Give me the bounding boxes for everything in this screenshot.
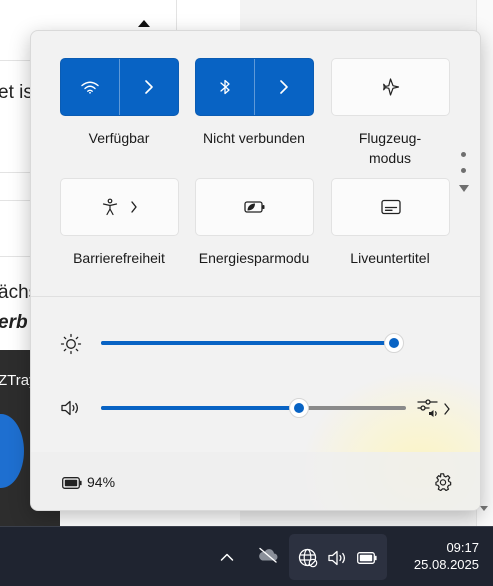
quick-settings-footer: 94% bbox=[31, 452, 480, 510]
scroll-down-arrow-icon bbox=[480, 506, 488, 511]
page-down-icon[interactable] bbox=[459, 185, 469, 192]
clock-date: 25.08.2025 bbox=[413, 557, 479, 572]
bluetooth-expand-button[interactable] bbox=[255, 59, 313, 115]
volume-slider-fill bbox=[101, 406, 299, 410]
accessibility-button[interactable] bbox=[60, 178, 179, 236]
background-text: erb bbox=[0, 312, 28, 333]
brightness-slider[interactable] bbox=[101, 333, 404, 353]
cloud-offline-icon bbox=[257, 547, 279, 567]
wifi-tile bbox=[60, 58, 179, 116]
wifi-toggle-button[interactable] bbox=[61, 59, 119, 115]
airplane-icon bbox=[381, 78, 401, 96]
bluetooth-icon bbox=[219, 79, 231, 95]
bluetooth-label: Nicht verbunden bbox=[203, 130, 305, 146]
chevron-right-icon bbox=[279, 80, 289, 94]
page-indicator-dot[interactable] bbox=[461, 152, 466, 157]
battery-icon bbox=[62, 476, 82, 494]
page-indicator-dot[interactable] bbox=[461, 168, 466, 173]
chevron-right-icon bbox=[443, 402, 451, 420]
speaker-icon bbox=[60, 399, 82, 422]
taskbar-clock[interactable]: 09:17 25.08.2025 bbox=[414, 539, 479, 573]
wifi-expand-button[interactable] bbox=[120, 59, 178, 115]
network-icon bbox=[298, 548, 318, 573]
live-captions-label: Liveuntertitel bbox=[350, 250, 430, 266]
live-captions-button[interactable] bbox=[331, 178, 450, 236]
brightness-slider-fill bbox=[101, 341, 394, 345]
sound-mixer-icon bbox=[417, 398, 439, 423]
quick-settings-panel: Verfügbar Nicht verbunden Flugzeug- modu… bbox=[30, 30, 481, 511]
gear-icon bbox=[434, 473, 452, 495]
bluetooth-toggle-button[interactable] bbox=[196, 59, 254, 115]
airplane-mode-button[interactable] bbox=[331, 58, 450, 116]
sound-output-button[interactable] bbox=[417, 398, 451, 423]
show-hidden-icons-button[interactable] bbox=[220, 549, 234, 567]
accessibility-label: Barrierefreiheit bbox=[73, 250, 165, 266]
volume-icon bbox=[327, 549, 349, 572]
chevron-right-icon bbox=[130, 201, 138, 213]
chevron-up-icon bbox=[220, 549, 234, 566]
live-captions-icon bbox=[380, 199, 401, 215]
volume-slider[interactable] bbox=[101, 398, 406, 418]
sun-icon bbox=[60, 333, 82, 360]
chevron-right-icon bbox=[144, 80, 154, 94]
airplane-label: Flugzeug- modus bbox=[358, 130, 422, 166]
onedrive-tray-button[interactable] bbox=[257, 547, 279, 568]
taskbar: 09:17 25.08.2025 bbox=[0, 526, 493, 586]
bluetooth-tile bbox=[195, 58, 314, 116]
clock-time: 09:17 bbox=[446, 540, 479, 555]
battery-percentage[interactable]: 94% bbox=[87, 474, 115, 490]
volume-slider-thumb[interactable] bbox=[289, 398, 309, 418]
energy-saver-icon bbox=[243, 200, 266, 214]
wifi-icon bbox=[81, 80, 99, 94]
energy-saver-label: Energiesparmodu bbox=[198, 250, 310, 266]
brightness-slider-thumb[interactable] bbox=[384, 333, 404, 353]
energy-saver-button[interactable] bbox=[195, 178, 314, 236]
wifi-label: Verfügbar bbox=[88, 130, 150, 146]
battery-icon bbox=[357, 551, 377, 569]
caret-up-icon bbox=[138, 20, 150, 27]
quick-settings-tray-button[interactable] bbox=[289, 534, 387, 580]
accessibility-icon bbox=[102, 198, 118, 216]
settings-button[interactable] bbox=[434, 473, 452, 496]
